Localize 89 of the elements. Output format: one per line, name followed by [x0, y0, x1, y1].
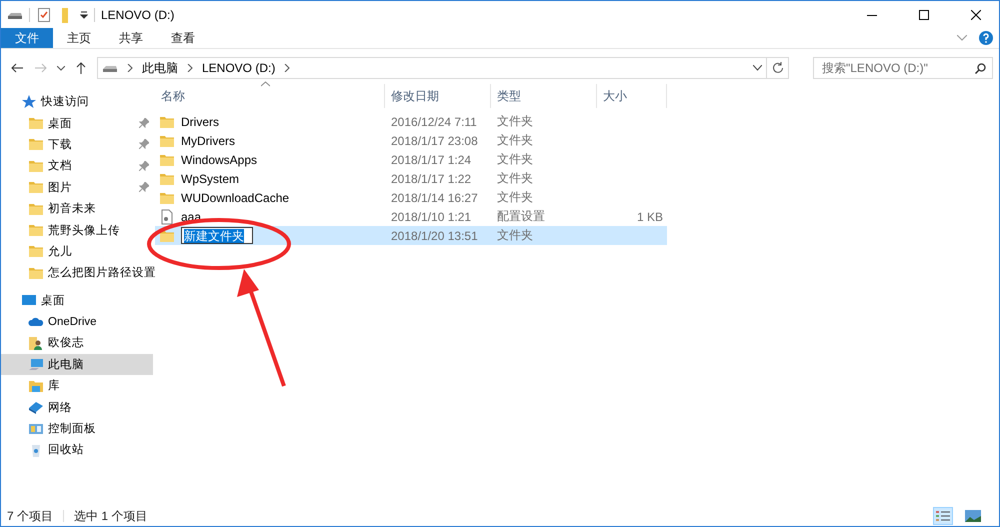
refresh-icon: [772, 62, 784, 74]
file-row[interactable]: WpSystem 2018/1/17 1:22 文件夹: [155, 169, 667, 188]
chevron-right-icon[interactable]: [283, 64, 292, 72]
file-row[interactable]: MyDrivers 2018/1/17 23:08 文件夹: [155, 131, 667, 150]
sidebar-item[interactable]: 回收站: [1, 439, 153, 461]
type-cell-text: 文件夹: [496, 227, 534, 244]
date-cell-text: 2018/1/17 1:24: [390, 152, 472, 166]
sidebar-item[interactable]: 初音未来: [1, 198, 153, 220]
expand-ribbon-icon[interactable]: [957, 35, 967, 41]
chevron-right-icon[interactable]: [186, 64, 194, 72]
breadcrumb[interactable]: 此电脑: [142, 60, 178, 76]
forward-arrow-icon: [35, 63, 47, 73]
type-cell-text: 文件夹: [496, 151, 534, 168]
sidebar-item[interactable]: 怎么把图片路径设置: [1, 262, 153, 284]
sidebar-item[interactable]: 库: [1, 375, 153, 396]
column-header[interactable]: 类型: [491, 84, 597, 108]
chevron-right-icon[interactable]: [126, 64, 134, 72]
column-header[interactable]: 大小: [597, 84, 667, 108]
date-cell-text: 2018/1/20 13:51: [390, 228, 479, 242]
ribbon-tab[interactable]: 查看: [157, 28, 209, 48]
sidebar-item[interactable]: 网络: [1, 396, 153, 418]
date-cell-text: 2016/12/24 7:11: [390, 114, 478, 128]
column-header[interactable]: 名称: [155, 84, 385, 108]
user-folder-icon: [28, 334, 44, 351]
sidebar-item[interactable]: 桌面: [1, 290, 153, 311]
computer-icon: [28, 356, 44, 372]
date-cell-text: 2018/1/17 1:22: [390, 172, 472, 186]
rename-field[interactable]: 新建文件夹: [181, 227, 253, 244]
file-name: WUDownloadCache: [181, 190, 290, 204]
ribbon-tab[interactable]: 文件: [1, 28, 53, 48]
window-title: LENOVO (D:): [101, 8, 176, 22]
type-cell-text: 文件夹: [496, 170, 534, 187]
star-icon: [21, 94, 37, 110]
file-name: MyDrivers: [181, 134, 235, 148]
size-cell-text: 1 KB: [636, 210, 664, 224]
refresh-button[interactable]: [767, 57, 789, 79]
selection-count: 选中 1 个项目: [74, 508, 148, 524]
file-name: WpSystem: [181, 172, 240, 186]
date-cell-text: 2018/1/10 1:21: [390, 210, 472, 224]
folder-icon: [28, 179, 44, 196]
help-icon[interactable]: [979, 31, 993, 45]
type-cell-text: 配置设置: [496, 208, 546, 225]
search-icon: [975, 62, 986, 74]
type-cell-text: 文件夹: [496, 189, 534, 206]
close-icon: [971, 10, 981, 20]
file-row[interactable]: WindowsApps 2018/1/17 1:24 文件夹: [155, 150, 667, 169]
dropdown-icon[interactable]: [753, 65, 762, 71]
ribbon-tab[interactable]: 共享: [105, 28, 157, 48]
type-cell-text: 文件夹: [496, 113, 534, 130]
date-cell-text: 2018/1/17 23:08: [390, 134, 479, 148]
date-cell-text: 2018/1/14 16:27: [390, 190, 479, 204]
ribbon-tab[interactable]: 主页: [53, 28, 105, 48]
dropdown-icon[interactable]: [80, 10, 88, 18]
sidebar-item[interactable]: OneDrive: [1, 310, 153, 332]
back-arrow-icon: [11, 63, 23, 73]
sidebar-item[interactable]: 快速访问: [1, 91, 153, 112]
sidebar-item[interactable]: 控制面板: [1, 418, 153, 440]
address-bar[interactable]: 此电脑 LENOVO (D:): [97, 57, 767, 79]
folder-icon: [28, 243, 44, 260]
sidebar-item[interactable]: 荒野头像上传: [1, 219, 153, 241]
sidebar-item[interactable]: 图片: [1, 176, 153, 198]
details-view-button[interactable]: [933, 507, 953, 525]
up-arrow-icon: [76, 62, 86, 74]
type-cell-text: 文件夹: [496, 132, 534, 149]
sidebar-item[interactable]: 文档: [1, 155, 153, 177]
sort-up-icon: [261, 81, 270, 87]
sidebar-item[interactable]: 下载: [1, 134, 153, 156]
sidebar-item[interactable]: 此电脑: [1, 354, 153, 376]
maximize-icon: [919, 10, 929, 20]
properties-icon[interactable]: [36, 6, 52, 22]
file-row[interactable]: Drivers 2016/12/24 7:11 文件夹: [155, 112, 667, 131]
sidebar-item[interactable]: 允儿: [1, 240, 153, 262]
folder-icon: [28, 222, 44, 238]
breadcrumb[interactable]: LENOVO (D:): [202, 61, 276, 75]
item-count: 7 个项目: [7, 508, 54, 524]
chevron-down-icon: [57, 66, 65, 70]
settings-file-icon: [159, 208, 175, 224]
tiles-view-button[interactable]: [963, 507, 983, 525]
file-row[interactable]: WUDownloadCache 2018/1/14 16:27 文件夹: [155, 188, 667, 207]
sidebar-item[interactable]: 欧俊志: [1, 332, 153, 354]
sidebar-item[interactable]: 桌面: [1, 112, 153, 134]
folder-icon: [28, 136, 44, 152]
network-icon: [28, 399, 44, 416]
file-row[interactable]: 新建文件夹 2018/1/20 13:51 文件夹: [155, 226, 667, 245]
search-field[interactable]: 搜索"LENOVO (D:)": [813, 57, 993, 79]
file-name: WindowsApps: [181, 152, 258, 166]
folder-icon: [28, 115, 44, 132]
file-name: Drivers: [181, 114, 219, 128]
column-header[interactable]: 修改日期: [385, 84, 491, 108]
